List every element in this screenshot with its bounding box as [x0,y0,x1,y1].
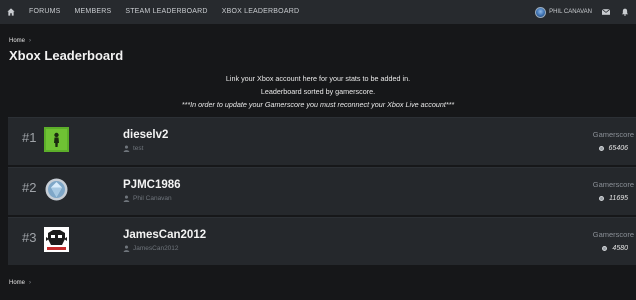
rank: #2 [22,180,37,195]
nav-xbox-leaderboard[interactable]: XBOX LEADERBOARD [215,0,307,24]
user-icon [123,245,130,252]
home-nav-button[interactable] [0,0,22,24]
member-link[interactable]: JamesCan2012 [123,245,179,252]
chevron-right-icon: › [29,38,32,44]
gamerscore-label: Gamerscore [592,180,634,189]
gamerscore-icon [599,196,605,201]
leaderboard-row: #1 dieselv2 test Gamerscore 65406 [8,117,636,165]
nav-members[interactable]: MEMBERS [68,0,119,24]
top-nav: FORUMS MEMBERS STEAM LEADERBOARD XBOX LE… [0,0,636,24]
user-icon [123,195,130,202]
gamerscore-label: Gamerscore [592,230,634,239]
gamerscore-value: 65406 [598,145,628,152]
user-menu[interactable]: PHIL CANAVAN [535,6,592,18]
user-name: PHIL CANAVAN [549,9,592,15]
gamertag[interactable]: JamesCan2012 [123,229,206,241]
gamerscore-value: 4580 [602,245,628,252]
inbox-button[interactable] [601,7,611,17]
mail-icon [602,9,610,15]
nav-steam-leaderboard[interactable]: STEAM LEADERBOARD [118,0,214,24]
leaderboard-row: #3 JamesCan2012 JamesCan2012 Gamerscore … [8,217,636,265]
nav-forums[interactable]: FORUMS [22,0,68,24]
footer-breadcrumb: Home › [9,280,31,286]
breadcrumb: Home › [9,38,31,44]
gamerscore-icon [598,146,604,151]
user-icon [123,145,130,152]
leaderboard: #1 dieselv2 test Gamerscore 65406 #2 PJM… [8,117,636,267]
gamerscore-number: 11695 [609,195,628,202]
gamerpic-avatar[interactable] [44,127,69,152]
gamerpic-avatar[interactable] [44,227,69,252]
bell-icon [621,8,629,16]
rank: #1 [22,130,37,145]
gamerpic-avatar[interactable] [44,177,69,202]
alerts-button[interactable] [620,7,630,17]
leaderboard-row: #2 PJMC1986 Phil Canavan Gamerscore 1169… [8,167,636,215]
home-icon [7,8,15,16]
gamerscore-label: Gamerscore [592,130,634,139]
member-name: Phil Canavan [133,195,172,202]
gamertag[interactable]: dieselv2 [123,129,168,141]
intro-text: Link your Xbox account here for your sta… [0,72,636,111]
gamertag[interactable]: PJMC1986 [123,179,181,191]
member-link[interactable]: test [123,145,143,152]
avatar [535,6,547,18]
page-title: Xbox Leaderboard [9,48,124,63]
gamerscore-value: 11695 [599,195,628,202]
intro-line-1: Link your Xbox account here for your sta… [225,74,411,83]
member-link[interactable]: Phil Canavan [123,195,172,202]
intro-line-3: ***In order to update your Gamerscore yo… [181,100,455,109]
breadcrumb-home[interactable]: Home [9,38,25,44]
member-name: JamesCan2012 [133,245,179,252]
rank: #3 [22,230,37,245]
member-name: test [133,145,144,152]
chevron-right-icon: › [29,280,32,286]
intro-line-2: Leaderboard sorted by gamerscore. [260,87,376,96]
gamerscore-icon [602,246,608,251]
gamerscore-number: 65406 [608,145,628,152]
footer-breadcrumb-home[interactable]: Home [9,280,25,286]
gamerscore-number: 4580 [612,245,628,252]
